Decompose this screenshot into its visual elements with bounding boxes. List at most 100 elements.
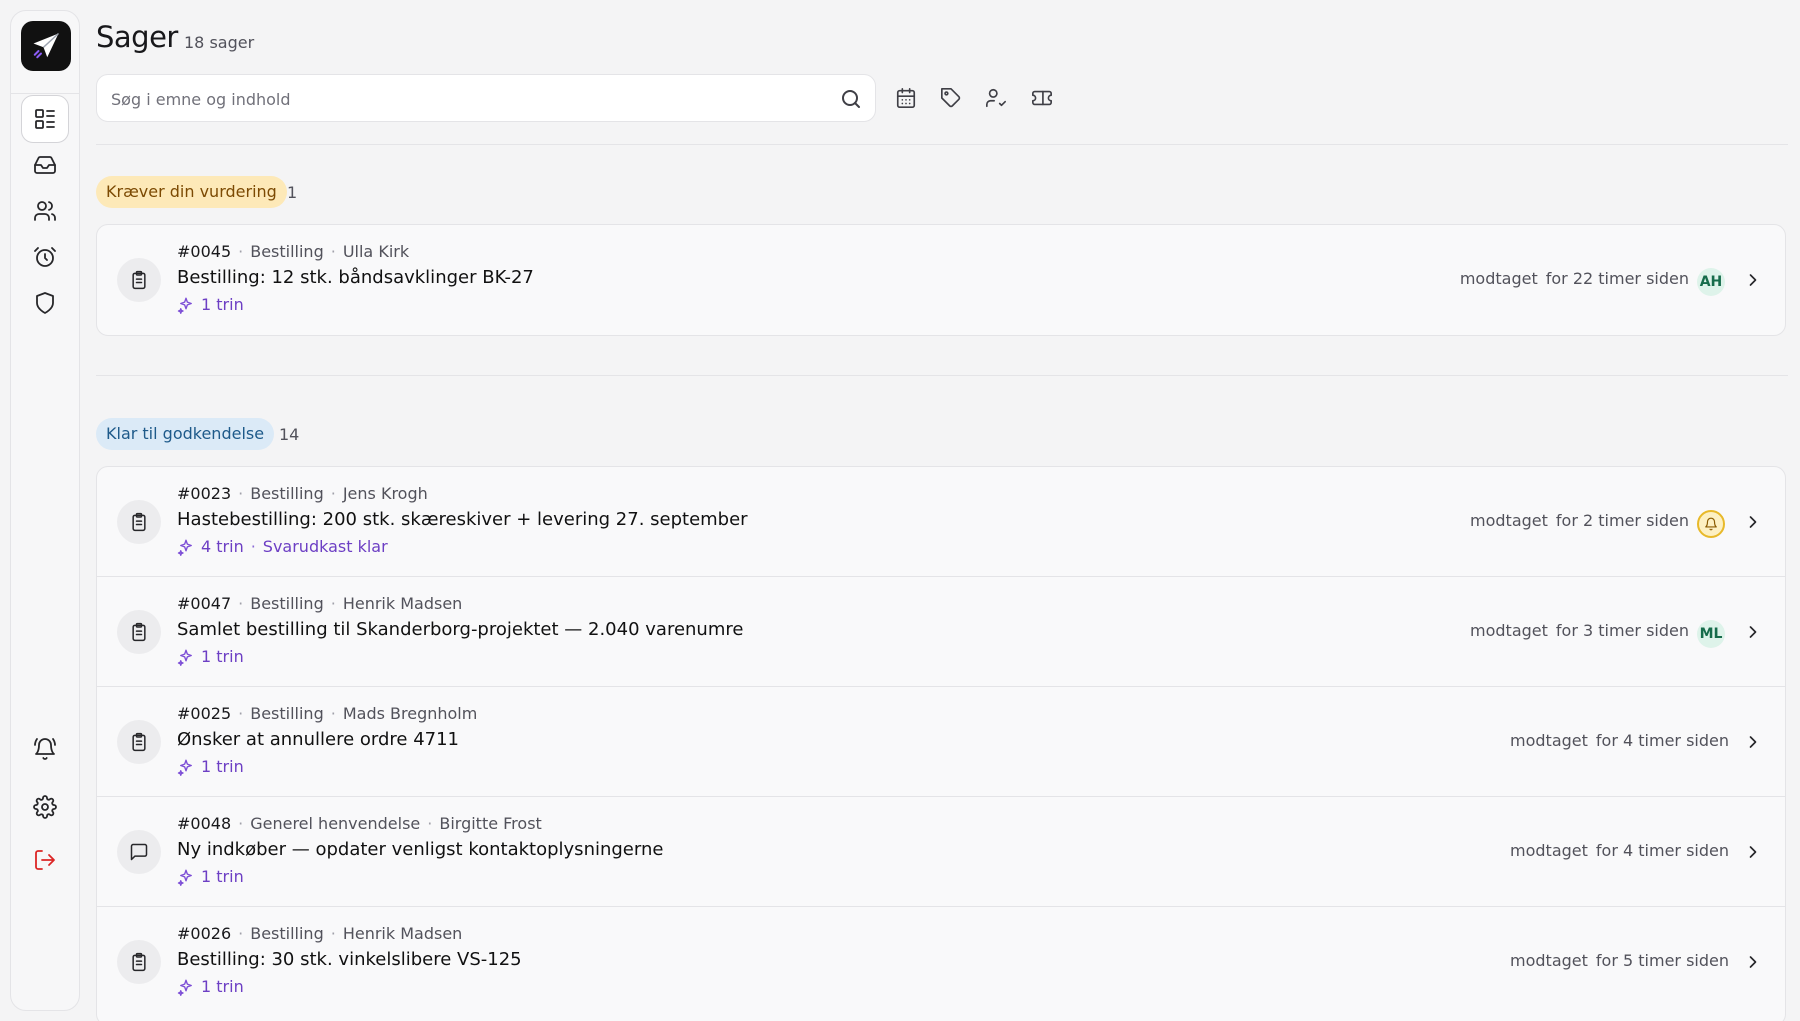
- case-type-badge: [117, 610, 161, 654]
- clipboard-icon: [132, 622, 146, 642]
- case-id: #0048: [177, 814, 232, 833]
- case-id: #0026: [177, 924, 232, 943]
- alarm-clock-icon: [34, 247, 56, 267]
- filter-tag-button[interactable]: [937, 84, 965, 112]
- table-row[interactable]: #0047 · Bestilling · Henrik Madsen Samlet be…: [97, 577, 1785, 687]
- case-type-badge: [117, 830, 161, 874]
- sidebar-item-cases[interactable]: [21, 95, 69, 143]
- case-received: modtaget for 4 timer siden: [1510, 731, 1729, 750]
- case-person: Henrik Madsen: [342, 924, 463, 943]
- search-button[interactable]: [839, 87, 863, 111]
- sidebar-item-notifications[interactable]: [21, 725, 69, 773]
- user-check-icon: [986, 88, 1006, 108]
- case-person: Henrik Madsen: [342, 594, 463, 613]
- case-subject: Bestilling: 30 stk. vinkelslibere VS-125: [177, 949, 522, 970]
- case-type: Generel henvendelse: [250, 814, 421, 833]
- case-meta: #0048 · Generel henvendelse · Birgitte Frost: [177, 814, 542, 833]
- bell-ring-icon: [34, 738, 56, 760]
- open-case-button[interactable]: [1743, 622, 1763, 642]
- sparkles-icon: [177, 979, 192, 996]
- draft-ready-label: Svarudkast klar: [262, 537, 388, 556]
- case-steps: 1 trin: [177, 757, 244, 776]
- chevron-right-icon: [1749, 516, 1757, 528]
- open-case-button[interactable]: [1743, 842, 1763, 862]
- tag-icon: [941, 88, 961, 108]
- table-row[interactable]: #0025 · Bestilling · Mads Bregnholm Ønsker a…: [97, 687, 1785, 797]
- case-id: #0025: [177, 704, 232, 723]
- case-meta: #0026 · Bestilling · Henrik Madsen: [177, 924, 463, 943]
- filter-date-button[interactable]: [892, 84, 920, 112]
- chevron-right-icon: [1749, 274, 1757, 286]
- sparkles-icon: [177, 869, 192, 886]
- app-logo[interactable]: [21, 21, 71, 71]
- list-icon: [35, 109, 55, 129]
- case-subject: Bestilling: 12 stk. båndsavklinger BK-27: [177, 267, 534, 288]
- sidebar-item-logout[interactable]: [21, 836, 69, 884]
- divider: [96, 144, 1788, 145]
- case-steps: 1 trin: [177, 295, 244, 314]
- case-id: #0045: [177, 242, 232, 261]
- sidebar-item-settings[interactable]: [21, 783, 69, 831]
- search-input[interactable]: [111, 87, 811, 111]
- group-badge-approval: Klar til godkendelse: [96, 418, 275, 450]
- clipboard-icon: [132, 512, 146, 532]
- bell-icon: [1705, 517, 1717, 531]
- divider: [96, 375, 1788, 376]
- case-received: modtaget for 4 timer siden: [1510, 841, 1729, 860]
- group-badge-review: Kræver din vurdering: [96, 176, 287, 208]
- chevron-right-icon: [1749, 956, 1757, 968]
- log-out-icon: [35, 850, 55, 870]
- case-steps: 4 trin · Svarudkast klar: [177, 537, 388, 556]
- paper-plane-icon: [33, 32, 60, 59]
- chevron-right-icon: [1749, 736, 1757, 748]
- case-list-approval: #0023 · Bestilling · Jens Krogh Hastebestill…: [96, 466, 1786, 1021]
- message-square-icon: [130, 843, 148, 861]
- chevron-right-icon: [1749, 626, 1757, 638]
- case-received: modtaget for 5 timer siden: [1510, 951, 1729, 970]
- ticket-icon: [1032, 90, 1052, 106]
- table-row[interactable]: #0026 · Bestilling · Henrik Madsen Bestillin…: [97, 907, 1785, 1017]
- case-received: modtaget for 3 timer siden: [1470, 621, 1689, 640]
- sparkles-icon: [177, 297, 192, 314]
- sidebar-item-inbox[interactable]: [21, 141, 69, 189]
- case-person: Birgitte Frost: [439, 814, 542, 833]
- filter-assignee-button[interactable]: [982, 84, 1010, 112]
- table-row[interactable]: #0023 · Bestilling · Jens Krogh Hastebestill…: [97, 467, 1785, 577]
- search-box: [96, 74, 876, 122]
- gear-icon: [33, 795, 57, 819]
- open-case-button[interactable]: [1743, 732, 1763, 752]
- case-list-review: #0045 · Bestilling · Ulla Kirk Bestilling: 1…: [96, 224, 1786, 336]
- clipboard-icon: [132, 732, 146, 752]
- case-person: Ulla Kirk: [342, 242, 410, 261]
- open-case-button[interactable]: [1743, 952, 1763, 972]
- sidebar-item-security[interactable]: [21, 279, 69, 327]
- case-subject: Ny indkøber — opdater venligst kontaktop…: [177, 839, 664, 860]
- users-icon: [34, 201, 56, 221]
- filter-type-button[interactable]: [1028, 84, 1056, 112]
- table-row[interactable]: #0045 · Bestilling · Ulla Kirk Bestilling: 1…: [97, 225, 1785, 335]
- case-steps: 1 trin: [177, 867, 244, 886]
- sparkles-icon: [177, 539, 192, 556]
- case-type: Bestilling: [250, 242, 324, 261]
- sidebar-item-contacts[interactable]: [21, 187, 69, 235]
- case-type-badge: [117, 500, 161, 544]
- open-case-button[interactable]: [1743, 270, 1763, 290]
- case-type: Bestilling: [250, 484, 324, 503]
- sparkles-icon: [177, 649, 192, 666]
- group-count-review: 1: [287, 183, 298, 202]
- case-steps: 1 trin: [177, 647, 244, 666]
- open-case-button[interactable]: [1743, 512, 1763, 532]
- case-type-badge: [117, 940, 161, 984]
- calendar-icon: [896, 88, 916, 108]
- search-icon: [842, 90, 860, 108]
- case-subject: Ønsker at annullere ordre 4711: [177, 729, 460, 750]
- sparkles-icon: [177, 759, 192, 776]
- case-type: Bestilling: [250, 594, 324, 613]
- avatar: ML: [1697, 620, 1725, 648]
- page-title: Sager: [96, 20, 178, 54]
- sidebar: [10, 10, 80, 1011]
- sidebar-item-reminders[interactable]: [21, 233, 69, 281]
- avatar: AH: [1697, 268, 1725, 296]
- case-received: modtaget for 22 timer siden: [1459, 269, 1689, 288]
- table-row[interactable]: #0048 · Generel henvendelse · Birgitte Frost…: [97, 797, 1785, 907]
